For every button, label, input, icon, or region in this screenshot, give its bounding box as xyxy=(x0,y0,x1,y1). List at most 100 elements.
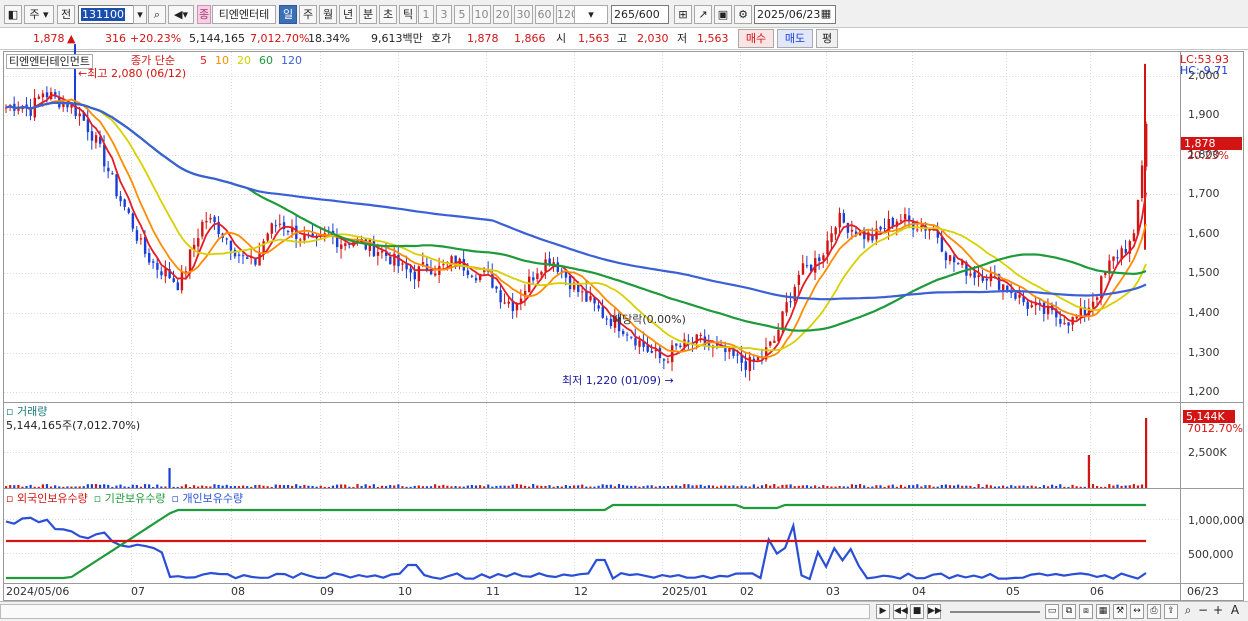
volume-bar xyxy=(658,485,661,488)
candle-body xyxy=(879,226,882,230)
volume-bar xyxy=(376,486,380,488)
candle-body xyxy=(499,290,502,303)
font-size-icon[interactable]: A xyxy=(1228,604,1242,619)
volume-bar xyxy=(797,485,800,488)
legend-type: 종가 단순 xyxy=(131,54,175,67)
candle-body xyxy=(246,257,249,259)
volume-bar xyxy=(675,485,678,488)
volume-bar xyxy=(1136,485,1140,488)
volume-bar xyxy=(278,484,281,488)
forward-icon[interactable]: ▶▶ xyxy=(927,604,942,619)
candle-body xyxy=(597,305,600,309)
candle-body xyxy=(621,330,625,335)
candle-body xyxy=(1018,294,1021,298)
volume-bar xyxy=(483,486,486,488)
candle-body xyxy=(1095,297,1099,300)
x-axis-label: 10 xyxy=(398,585,412,598)
candle-body xyxy=(417,266,421,282)
volume-bar xyxy=(781,484,784,488)
candle-body xyxy=(507,301,510,304)
volume-bar xyxy=(1071,484,1074,488)
x-axis-label: 06 xyxy=(1090,585,1104,598)
zoom-out-icon[interactable]: − xyxy=(1196,604,1210,619)
volume-bar xyxy=(262,485,265,488)
volume-bar xyxy=(13,485,16,488)
candle-body xyxy=(483,270,486,273)
volume-bar xyxy=(601,484,604,488)
volume-bar xyxy=(127,486,130,488)
candle-body xyxy=(152,261,155,263)
volume-bar xyxy=(765,484,768,488)
x-axis-label: 07 xyxy=(131,585,145,598)
candle-body xyxy=(123,199,126,207)
candle-body xyxy=(842,213,846,223)
volume-bar xyxy=(965,485,968,488)
volume-bar xyxy=(581,484,584,488)
measure-icon[interactable]: ↔ xyxy=(1130,604,1144,619)
candle-body xyxy=(662,359,666,361)
volume-bar xyxy=(429,486,433,488)
grid-icon[interactable]: ▦ xyxy=(1096,604,1110,619)
horizontal-scrollbar[interactable] xyxy=(0,604,870,619)
volume-bar xyxy=(1055,485,1058,488)
volume-bar xyxy=(769,485,772,488)
volume-bar xyxy=(609,484,612,488)
volume-bar xyxy=(834,486,837,488)
candle-body xyxy=(90,131,94,141)
play-icon[interactable]: ▶ xyxy=(876,604,890,619)
volume-bar xyxy=(899,484,903,488)
candle-body xyxy=(797,274,801,285)
volume-bar xyxy=(1018,485,1021,488)
volume-bar xyxy=(507,485,510,488)
zoom-icon[interactable]: ⌕ xyxy=(1181,604,1195,619)
volume-bar xyxy=(650,485,653,488)
volume-bar xyxy=(233,485,237,488)
stop-icon[interactable]: ■ xyxy=(910,604,924,619)
layout-icon[interactable]: ⧉ xyxy=(1062,604,1076,619)
volume-bar xyxy=(646,485,649,488)
candle-body xyxy=(372,240,376,257)
export-icon[interactable]: ⇪ xyxy=(1164,604,1178,619)
volume-bar xyxy=(728,485,731,488)
chart-canvas[interactable] xyxy=(0,0,1248,621)
candle-body xyxy=(944,252,948,261)
candle-body xyxy=(172,278,175,282)
volume-bar xyxy=(1104,486,1107,488)
volume-bar xyxy=(409,486,412,488)
volume-bar xyxy=(932,486,935,488)
volume-bar xyxy=(952,485,956,488)
tool-icon[interactable]: ⚒ xyxy=(1113,604,1127,619)
x-axis-label: 08 xyxy=(231,585,245,598)
min-price-label: 최저 1,220 (01/09) → xyxy=(562,374,674,387)
ma-line-60 xyxy=(5,101,1147,332)
candle-body xyxy=(822,255,825,261)
candle-body xyxy=(491,273,494,288)
candle-body xyxy=(119,196,122,202)
volume-bar xyxy=(916,484,919,488)
candle-body xyxy=(834,227,837,235)
volume-bar xyxy=(703,486,706,488)
dividend-label: 배당락(0.00%) xyxy=(612,313,686,326)
volume-bar xyxy=(1116,484,1119,488)
zoom-slider[interactable] xyxy=(950,611,1040,613)
zoom-in-icon[interactable]: + xyxy=(1211,604,1225,619)
volume-bar xyxy=(74,486,77,488)
volume-bar xyxy=(785,484,788,488)
print-icon[interactable]: ⎙ xyxy=(1147,604,1161,619)
volume-bar xyxy=(626,485,629,488)
candle-body xyxy=(470,275,474,277)
compare-icon[interactable]: ⧈ xyxy=(1079,604,1093,619)
ma-line-20 xyxy=(5,101,1147,352)
candle-body xyxy=(401,263,404,265)
volume-bar xyxy=(478,485,482,488)
candle-body xyxy=(903,214,907,220)
volume-bar xyxy=(1079,486,1082,488)
split-icon[interactable]: ▭ xyxy=(1045,604,1059,619)
volume-bar xyxy=(254,484,257,488)
price-y-tick: 1,800 xyxy=(1188,147,1220,161)
volume-bar xyxy=(1087,455,1090,488)
rewind-icon[interactable]: ◀◀ xyxy=(893,604,908,619)
volume-bar xyxy=(1051,484,1054,488)
volume-bar xyxy=(532,484,535,488)
volume-bar xyxy=(707,485,710,488)
